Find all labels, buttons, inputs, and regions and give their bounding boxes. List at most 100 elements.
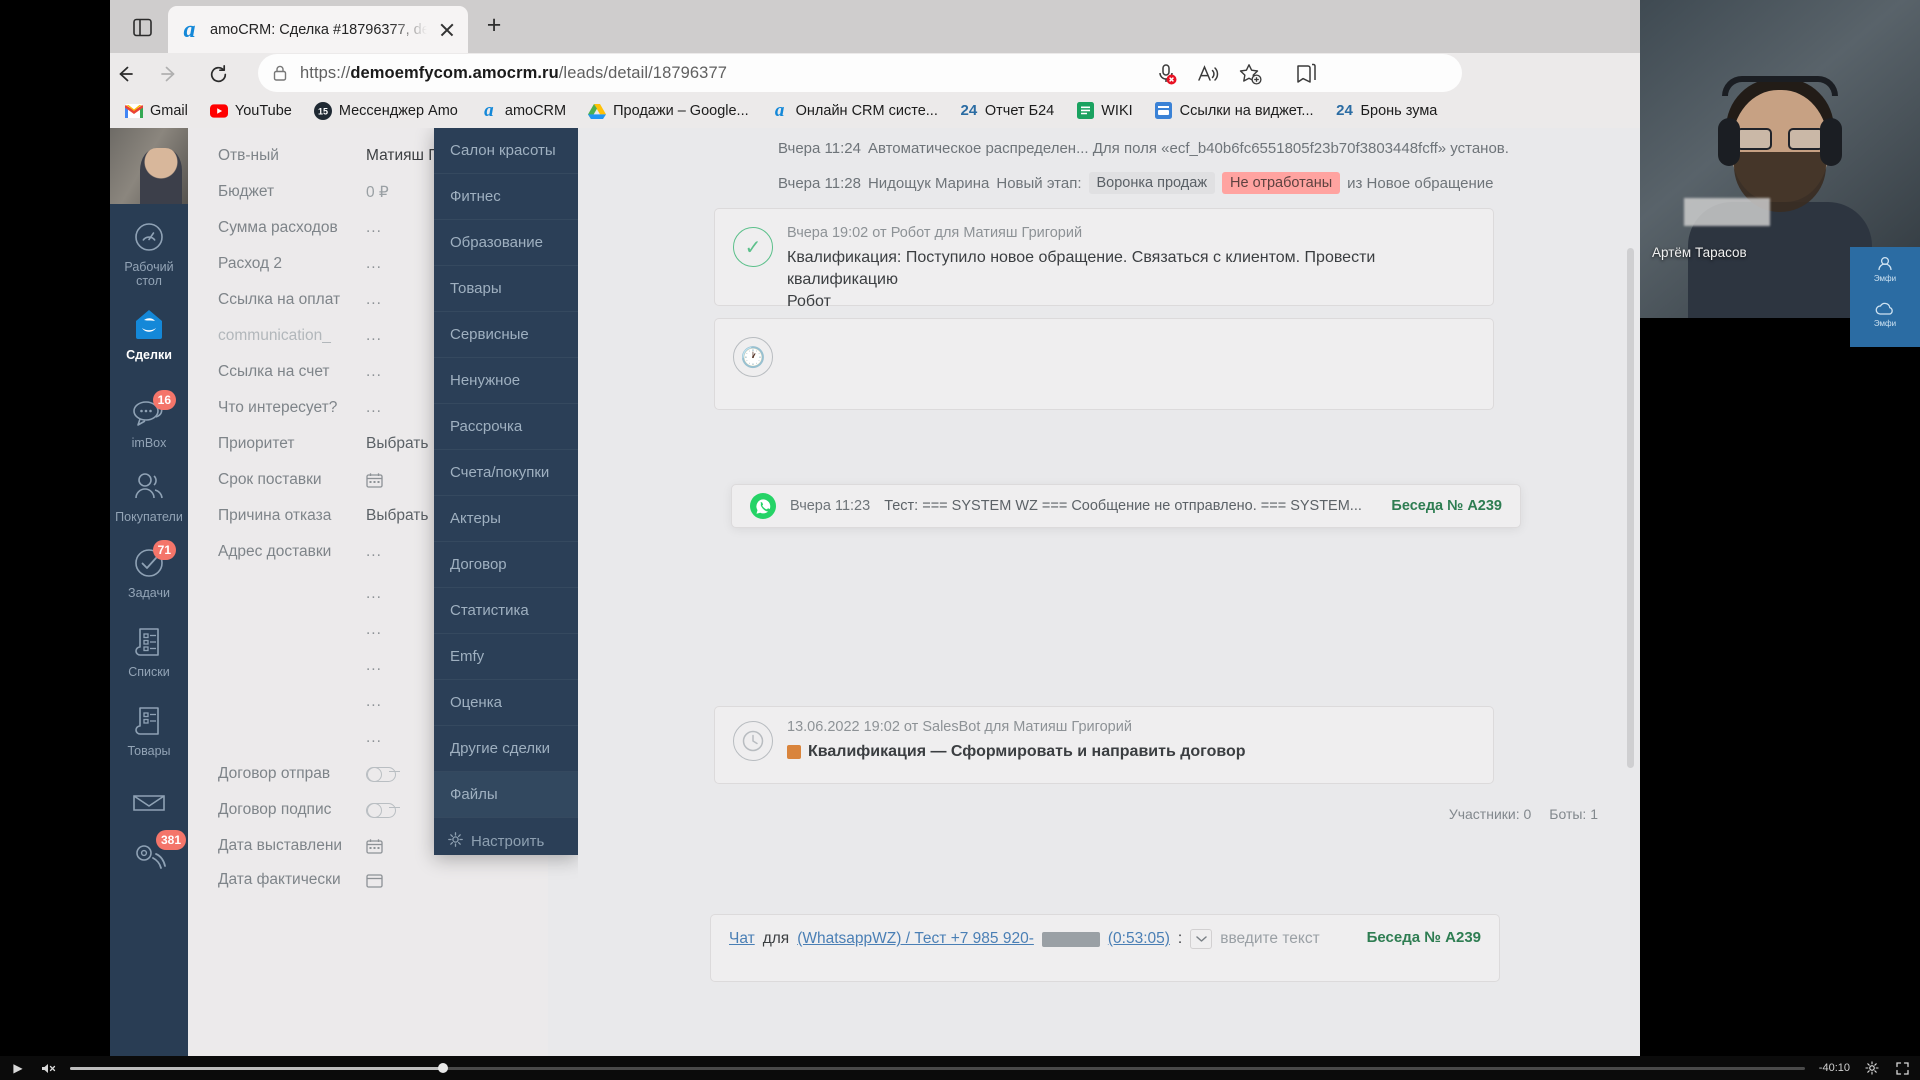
field-value[interactable]: ... (366, 585, 382, 603)
calendar-icon[interactable] (366, 472, 383, 488)
feed-event-time: Вчера 11:24 (778, 140, 861, 157)
dropdown-item-emfy[interactable]: Emfy (434, 634, 578, 680)
field-value[interactable]: ... (366, 399, 382, 417)
bookmark-youtube[interactable]: YouTube (199, 96, 303, 126)
field-row-actual-date[interactable]: Дата фактически (218, 862, 538, 898)
dropdown-item-invoices[interactable]: Счета/покупки (434, 450, 578, 496)
headphone-right (1820, 118, 1842, 166)
bookmark-ssylki-vidzhet[interactable]: Ссылки на виджет... (1144, 96, 1325, 126)
sidebar-item-imbox[interactable]: 16 imBox (110, 390, 188, 450)
chat-composer[interactable]: Чат для (WhatsappWZ) / Тест +7 985 920- … (710, 914, 1500, 982)
field-value[interactable]: ... (366, 255, 382, 273)
bookmark-otchet-b24[interactable]: 24 Отчет Б24 (949, 96, 1065, 126)
reload-icon[interactable] (203, 59, 233, 89)
field-value[interactable]: ... (366, 291, 382, 309)
whatsapp-message-toast[interactable]: Вчера 11:23 Тест: === SYSTEM WZ === Сооб… (731, 484, 1521, 528)
dropdown-item-rating[interactable]: Оценка (434, 680, 578, 726)
dropdown-item-settings[interactable]: Настроить (434, 818, 578, 864)
field-value[interactable]: ... (366, 729, 382, 747)
feed-note-second[interactable]: 🕐 (714, 318, 1494, 410)
dropdown-settings-label: Настроить (471, 832, 545, 850)
dropdown-item-actors[interactable]: Актеры (434, 496, 578, 542)
bookmark-wiki[interactable]: WIKI (1065, 96, 1143, 126)
bookmark-messenger-amo[interactable]: 15 Мессенджер Amo (303, 96, 469, 126)
dropdown-item-education[interactable]: Образование (434, 220, 578, 266)
dropdown-item-statistics[interactable]: Статистика (434, 588, 578, 634)
browser-tab-amocrm[interactable]: a amoCRM: Сделка #18796377, de (168, 6, 468, 53)
chevron-down-icon[interactable] (1190, 929, 1213, 949)
field-label: Ссылка на счет (218, 363, 330, 380)
composer-chat-link[interactable]: Чат (729, 930, 755, 948)
dropdown-item-other-deals[interactable]: Другие сделки (434, 726, 578, 772)
emfy-widget-label: Эмфи (1873, 274, 1897, 283)
collections-icon[interactable] (1290, 58, 1322, 90)
bookmark-amocrm[interactable]: a amoCRM (469, 96, 577, 126)
bookmark-gmail[interactable]: Gmail (114, 96, 199, 126)
field-value[interactable]: ... (366, 327, 382, 345)
user-avatar-photo[interactable] (110, 128, 188, 204)
dropdown-item-installment[interactable]: Рассрочка (434, 404, 578, 450)
read-aloud-icon[interactable] (1192, 58, 1224, 90)
microphone-muted-icon[interactable] (1150, 58, 1182, 90)
progress-slider[interactable] (70, 1063, 1805, 1073)
gear-icon[interactable] (1864, 1060, 1880, 1076)
dropdown-item-salon[interactable]: Салон красоты (434, 128, 578, 174)
field-value-select[interactable]: Выбрать (366, 435, 445, 453)
new-tab-button[interactable]: + (480, 13, 508, 41)
feed-event-stage-change: Вчера 11:28 Нидощук Марина Новый этап: В… (778, 172, 1494, 194)
bookmark-bron-zuma[interactable]: 24 Бронь зума (1325, 96, 1449, 126)
progress-knob[interactable] (437, 1063, 448, 1073)
dropdown-item-unneeded[interactable]: Ненужное (434, 358, 578, 404)
sidebar-item-lists[interactable]: Списки (110, 623, 188, 679)
bookmark-prodazhi-google[interactable]: Продажи – Google... (577, 96, 760, 126)
sidebar-item-mail[interactable] (110, 783, 188, 821)
emfy-widget-item[interactable]: Эмфи (1850, 292, 1920, 337)
dropdown-item-contract[interactable]: Договор (434, 542, 578, 588)
field-value-select[interactable]: Выбрать (366, 507, 445, 525)
field-label: Срок поставки (218, 471, 322, 488)
tab-sidebar-toggle-icon[interactable] (127, 13, 157, 41)
volume-muted-icon[interactable] (40, 1060, 56, 1076)
dropdown-item-services[interactable]: Сервисные (434, 312, 578, 358)
field-value[interactable]: ... (366, 621, 382, 639)
calendar-icon[interactable] (366, 872, 383, 888)
emfy-widget-panel[interactable]: Эмфи Эмфи (1850, 247, 1920, 347)
sidebar-item-products[interactable]: Товары (110, 702, 188, 758)
dropdown-item-files[interactable]: Файлы (434, 772, 578, 818)
sidebar-item-leads[interactable]: Сделки (110, 306, 188, 362)
toggle-knob (367, 767, 382, 782)
close-icon[interactable] (436, 19, 458, 41)
sidebar-item-tasks[interactable]: 71 Задачи (110, 540, 188, 600)
address-bar[interactable]: https://demoemfycom.amocrm.ru/leads/deta… (258, 54, 1462, 92)
feed-note-salesbot[interactable]: 13.06.2022 19:02 от SalesBot для Матияш … (714, 706, 1494, 784)
field-value[interactable]: ... (366, 657, 382, 675)
dropdown-item-fitness[interactable]: Фитнес (434, 174, 578, 220)
sidebar-item-customers[interactable]: Покупатели (110, 468, 188, 524)
fullscreen-icon[interactable] (1894, 1060, 1910, 1076)
field-value[interactable]: ... (366, 693, 382, 711)
contract-signed-toggle[interactable] (366, 802, 400, 818)
feed-scrollbar[interactable] (1627, 248, 1634, 768)
field-value[interactable]: ... (366, 219, 382, 237)
calendar-icon[interactable] (366, 838, 383, 854)
dropdown-item-goods[interactable]: Товары (434, 266, 578, 312)
feed-note-robot-qualification[interactable]: ✓ Вчера 19:02 от Робот для Матияш Григор… (714, 208, 1494, 310)
message-input[interactable]: введите текст (1220, 930, 1319, 948)
composer-duration[interactable]: (0:53:05) (1108, 930, 1170, 948)
field-value[interactable]: 0 ₽ (366, 183, 389, 202)
add-favorite-icon[interactable] (1234, 58, 1266, 90)
sidebar-item-dashboard[interactable]: Рабочий стол (110, 218, 188, 288)
salesbot-icon (787, 745, 801, 759)
bookmarks-bar: Gmail YouTube 15 Мессенджер Amo a amoCRM (110, 93, 1640, 128)
field-value[interactable]: ... (366, 363, 382, 381)
composer-channel-link[interactable]: (WhatsappWZ) / Тест +7 985 920- (797, 930, 1034, 948)
stage-badge: Не отработаны (1222, 172, 1341, 194)
field-value[interactable]: ... (366, 543, 382, 561)
progress-fill (70, 1066, 443, 1070)
bookmark-online-crm[interactable]: a Онлайн CRM систе... (760, 96, 949, 126)
emfy-widget-item[interactable]: Эмфи (1850, 247, 1920, 292)
play-icon[interactable]: ▶ (10, 1060, 26, 1076)
back-arrow-icon[interactable] (110, 59, 140, 89)
contract-sent-toggle[interactable] (366, 766, 400, 782)
sidebar-item-phone[interactable]: 381 (110, 830, 188, 876)
